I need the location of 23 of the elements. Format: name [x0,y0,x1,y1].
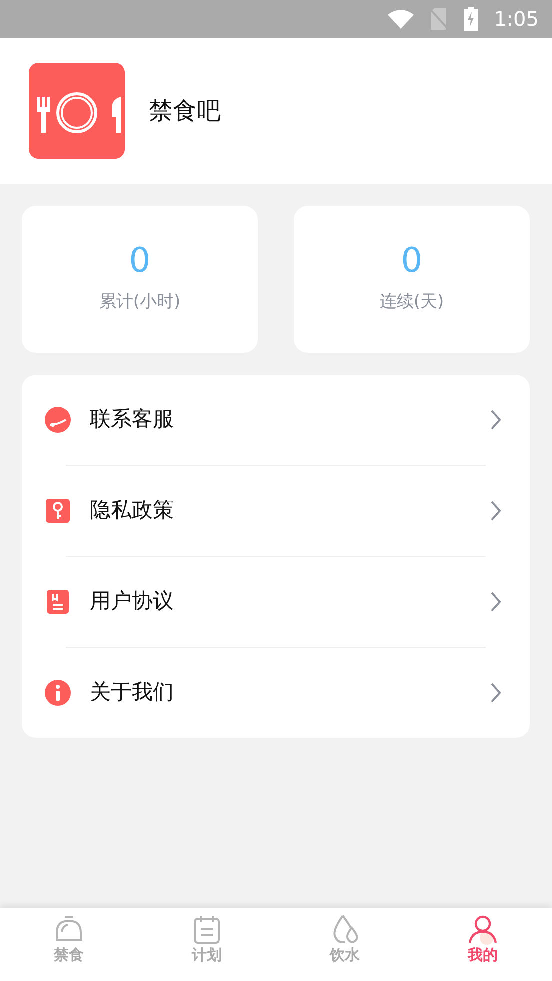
chevron-icon [490,591,502,613]
app-name: 禁食吧 [149,96,221,127]
document-icon [44,588,72,616]
status-time: 1:05 [494,6,539,33]
no-sim-icon [430,8,448,30]
stat-label: 连续(天) [380,290,444,314]
stat-value: 0 [129,244,151,278]
battery-icon [464,7,478,31]
info-icon [44,679,72,707]
stat-value: 0 [401,244,423,278]
wifi-icon [388,9,414,29]
menu-item[interactable]: 联系客服 [22,375,530,465]
menu-item[interactable]: 用户协议 [22,557,530,647]
chevron-icon [490,682,502,704]
stat-label: 累计(小时) [99,290,181,314]
tab-button[interactable]: 我的 [414,908,552,981]
person-icon [467,914,499,946]
menu-item[interactable]: 关于我们 [22,648,530,738]
calendar-icon [191,914,223,946]
menu-item[interactable]: 隐私政策 [22,466,530,556]
key-icon [44,497,72,525]
chevron-icon [490,500,502,522]
chevron-icon [490,409,502,431]
